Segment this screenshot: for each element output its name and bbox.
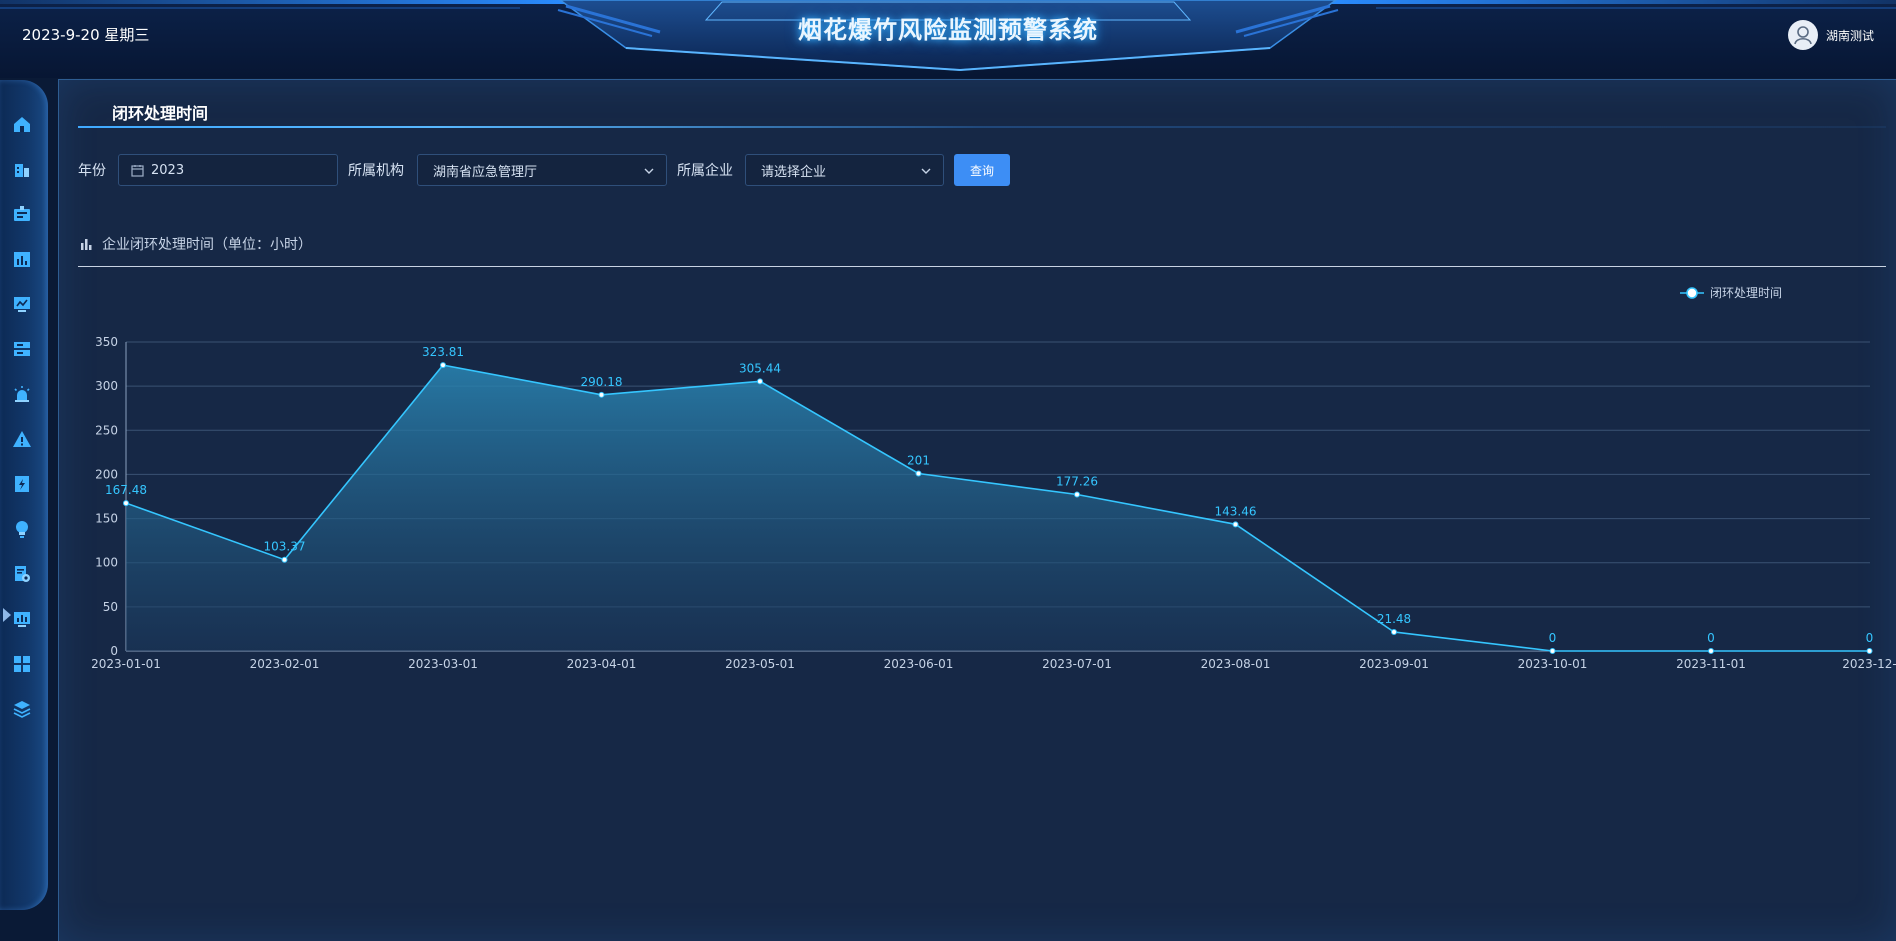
data-point bbox=[281, 556, 288, 563]
series-area-fill bbox=[126, 365, 1870, 651]
data-label: 167.48 bbox=[105, 483, 147, 497]
x-tick-label: 2023-06-01 bbox=[884, 657, 954, 671]
data-label: 305.44 bbox=[739, 361, 781, 375]
x-tick-label: 2023-10-01 bbox=[1518, 657, 1588, 671]
data-label: 323.81 bbox=[422, 345, 464, 359]
data-label: 290.18 bbox=[581, 375, 623, 389]
y-tick-label: 0 bbox=[110, 644, 118, 658]
y-tick-label: 300 bbox=[95, 379, 118, 393]
x-tick-label: 2023-12- bbox=[1842, 657, 1896, 671]
data-point bbox=[1232, 521, 1239, 528]
y-tick-label: 250 bbox=[95, 423, 118, 437]
data-label: 201 bbox=[907, 454, 930, 468]
x-tick-label: 2023-09-01 bbox=[1359, 657, 1429, 671]
data-point bbox=[1074, 491, 1080, 498]
data-point bbox=[598, 391, 605, 398]
data-point bbox=[1708, 648, 1714, 654]
y-tick-label: 350 bbox=[95, 335, 118, 349]
y-tick-label: 50 bbox=[103, 600, 118, 614]
x-tick-label: 2023-11-01 bbox=[1676, 657, 1746, 671]
data-label: 21.48 bbox=[1377, 612, 1411, 626]
legend-label: 闭环处理时间 bbox=[1710, 286, 1782, 300]
data-point bbox=[440, 362, 446, 369]
x-tick-label: 2023-08-01 bbox=[1201, 657, 1271, 671]
data-label: 103.37 bbox=[264, 540, 306, 554]
y-tick-label: 100 bbox=[95, 556, 118, 570]
x-tick-label: 2023-02-01 bbox=[250, 657, 320, 671]
data-point bbox=[757, 378, 763, 385]
legend-marker bbox=[1686, 287, 1698, 299]
y-tick-label: 200 bbox=[95, 467, 118, 481]
x-tick-label: 2023-05-01 bbox=[725, 657, 795, 671]
data-point bbox=[1866, 648, 1873, 654]
data-point bbox=[1391, 629, 1397, 636]
data-label: 0 bbox=[1866, 631, 1874, 645]
x-tick-label: 2023-04-01 bbox=[567, 657, 637, 671]
data-label: 143.46 bbox=[1215, 504, 1257, 518]
y-tick-label: 150 bbox=[95, 512, 118, 526]
data-point bbox=[1549, 648, 1556, 654]
x-tick-label: 2023-03-01 bbox=[408, 657, 478, 671]
data-label: 0 bbox=[1707, 631, 1715, 645]
x-tick-label: 2023-07-01 bbox=[1042, 657, 1112, 671]
data-label: 0 bbox=[1549, 631, 1557, 645]
data-label: 177.26 bbox=[1056, 475, 1098, 489]
closed-loop-time-chart: 0 50 100 150 200 250 300 350 2023-01-01 2023-02-0… bbox=[91, 286, 1896, 671]
data-point bbox=[123, 500, 129, 507]
x-tick-label: 2023-01-01 bbox=[91, 657, 161, 671]
data-point bbox=[915, 470, 922, 477]
